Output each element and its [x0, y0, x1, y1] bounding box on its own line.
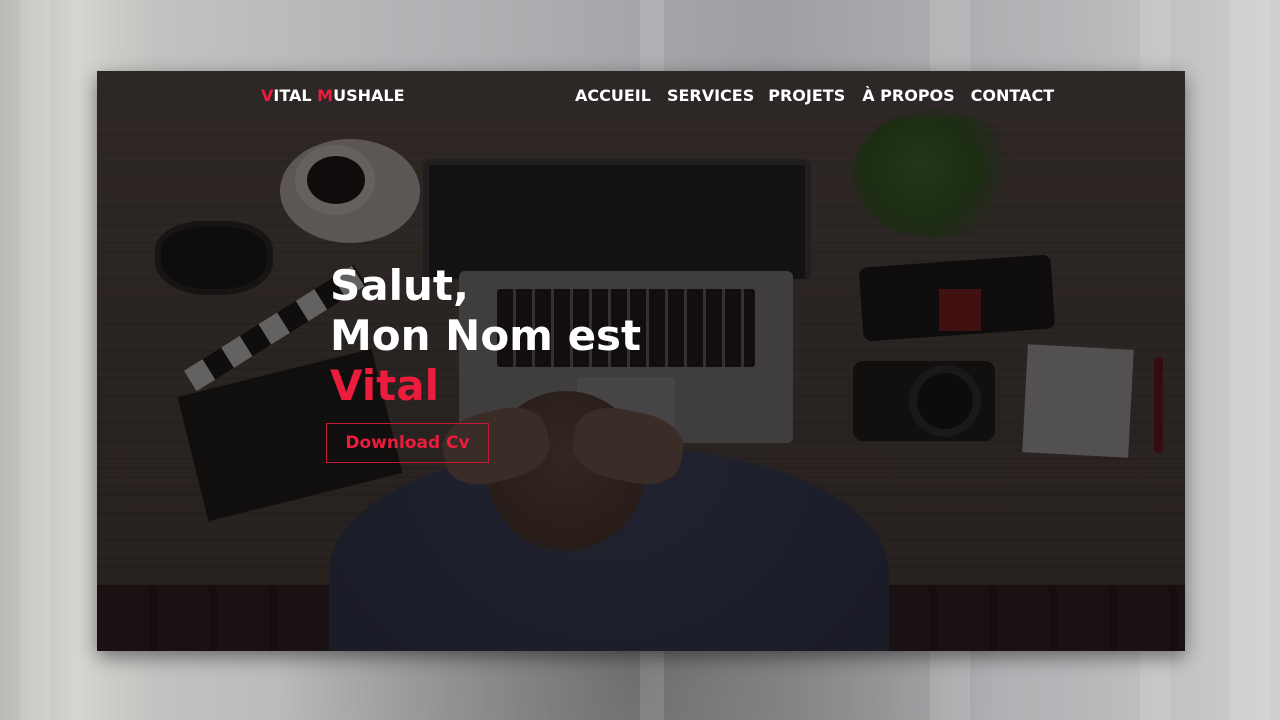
nav-item-projets[interactable]: PROJETS — [768, 86, 845, 105]
hero-text: Salut, Mon Nom est Vital — [330, 261, 641, 411]
download-cv-button[interactable]: Download Cv — [326, 423, 489, 463]
brand-logo[interactable]: VITAL MUSHALE — [261, 86, 405, 105]
hero-card: VITAL MUSHALE ACCUEIL SERVICES PROJETS À… — [97, 71, 1185, 651]
brand-last-rest: USHALE — [333, 86, 405, 105]
brand-initial-first: V — [261, 86, 274, 105]
nav-item-accueil[interactable]: ACCUEIL — [575, 86, 651, 105]
nav-item-services[interactable]: SERVICES — [667, 86, 754, 105]
nav-item-a-propos[interactable]: À PROPOS — [862, 86, 954, 105]
nav-item-contact[interactable]: CONTACT — [971, 86, 1054, 105]
hero-intro: Mon Nom est — [330, 311, 642, 360]
brand-initial-last: M — [317, 86, 334, 105]
nav-menu: ACCUEIL SERVICES PROJETS À PROPOS CONTAC… — [575, 86, 1070, 105]
background-stripe — [1230, 0, 1270, 720]
hero-name: Vital — [330, 361, 439, 410]
background-stripe — [20, 0, 50, 720]
navbar: VITAL MUSHALE ACCUEIL SERVICES PROJETS À… — [97, 71, 1185, 118]
hero-greeting: Salut, — [330, 261, 469, 310]
brand-first-rest: ITAL — [273, 86, 318, 105]
